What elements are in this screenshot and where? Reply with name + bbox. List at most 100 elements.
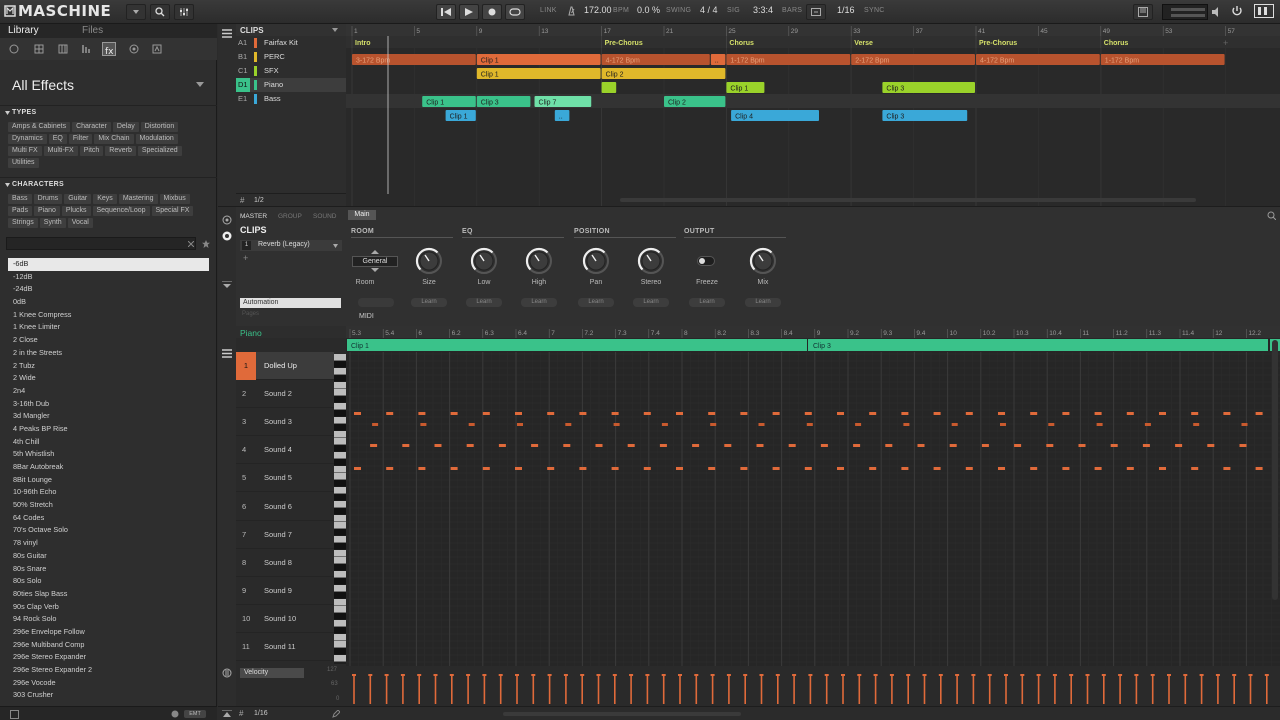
result-item[interactable]: 303 Crusher [0, 689, 217, 702]
note[interactable] [965, 467, 973, 470]
velocity-cap[interactable] [710, 674, 715, 676]
note[interactable] [531, 444, 539, 447]
note[interactable] [676, 467, 683, 470]
note[interactable] [1239, 444, 1247, 447]
sound-slot[interactable]: 6 Sound 6 [236, 493, 334, 521]
note[interactable] [482, 412, 490, 415]
velocity-cap[interactable] [417, 674, 422, 676]
category-title[interactable]: All Effects [12, 77, 74, 93]
note[interactable] [661, 423, 668, 426]
note[interactable] [1094, 467, 1102, 470]
result-item[interactable]: 8Bar Autobreak [0, 461, 217, 474]
velocity-cap[interactable] [352, 674, 356, 676]
result-item[interactable]: 1 Knee Limiter [0, 321, 217, 334]
keyboard-button[interactable] [1133, 4, 1153, 20]
note[interactable] [1000, 423, 1006, 426]
velocity-cap[interactable] [449, 674, 454, 676]
midi-learn-pill[interactable] [358, 298, 394, 307]
white-key[interactable] [334, 368, 346, 375]
pianoroll-grid[interactable]: 5.3 5.4 6 6.2 6.3 6.4 7 7.2 7.3 7.4 8 8.2 8.3 8.4 9 9.2… [346, 326, 1280, 666]
note[interactable] [901, 412, 909, 415]
velocity-cap[interactable] [368, 674, 373, 676]
pianoroll-clip[interactable] [347, 339, 807, 351]
result-item[interactable]: 1 Knee Compress [0, 309, 217, 322]
velocity-cap[interactable] [1134, 674, 1139, 676]
velocity-cap[interactable] [987, 674, 992, 676]
result-item[interactable]: 10-96th Echo [0, 486, 217, 499]
star-icon[interactable] [202, 240, 210, 248]
white-key[interactable] [334, 473, 346, 480]
type-tag[interactable]: Multi FX [8, 146, 42, 156]
horizontal-scrollbar[interactable] [503, 712, 741, 716]
note[interactable] [517, 423, 523, 426]
knob-low[interactable] [470, 247, 498, 275]
type-tag[interactable]: Multi-FX [43, 146, 78, 156]
speaker-icon[interactable] [1211, 6, 1221, 18]
character-tag[interactable]: Strings [8, 218, 38, 228]
project-icon[interactable] [9, 44, 19, 54]
emt-badge[interactable]: EMT [184, 710, 206, 718]
black-key[interactable] [334, 410, 346, 417]
velocity-cap[interactable] [1020, 674, 1025, 676]
white-key[interactable] [334, 522, 346, 529]
chevron-down-icon[interactable] [332, 28, 338, 32]
note[interactable] [837, 467, 844, 470]
track-row[interactable]: A1 Fairfax Kit [236, 36, 346, 50]
velocity-cap[interactable] [596, 674, 601, 676]
type-tag[interactable]: Dynamics [8, 134, 47, 144]
chevron-down-icon[interactable] [196, 82, 204, 88]
result-item[interactable]: 80s Solo [0, 575, 217, 588]
black-key[interactable] [334, 529, 346, 536]
note[interactable] [643, 467, 651, 470]
result-item[interactable]: 2 Wide [0, 372, 217, 385]
note[interactable] [1144, 423, 1151, 426]
white-key[interactable] [334, 382, 346, 389]
note[interactable] [756, 444, 764, 447]
pencil-icon[interactable] [332, 710, 340, 718]
black-key[interactable] [334, 627, 346, 634]
type-tag[interactable]: Distortion [140, 122, 179, 132]
velocity-cap[interactable] [1264, 674, 1269, 676]
result-item[interactable]: 94 Rock Solo [0, 613, 217, 626]
tab-group[interactable]: GROUP [278, 213, 302, 220]
velocity-cap[interactable] [938, 674, 943, 676]
note[interactable] [468, 423, 475, 426]
menu-icon[interactable] [222, 349, 232, 358]
note[interactable] [565, 423, 572, 426]
result-item[interactable]: 80s Snare [0, 563, 217, 576]
sound-slot[interactable]: 7 Sound 7 [236, 521, 334, 549]
note[interactable] [804, 412, 812, 415]
search-icon[interactable] [1267, 211, 1276, 220]
result-item[interactable]: 2n4 [0, 385, 217, 398]
sound-slot[interactable]: 4 Sound 4 [236, 436, 334, 465]
velocity-cap[interactable] [433, 674, 438, 676]
loop-sample-icon[interactable] [129, 44, 139, 54]
room-selector[interactable]: General [352, 256, 398, 267]
note[interactable] [1046, 444, 1054, 447]
clear-icon[interactable] [188, 241, 194, 247]
note[interactable] [579, 412, 587, 415]
white-key[interactable] [334, 571, 346, 578]
track-row[interactable]: E1 Bass [236, 92, 346, 106]
freeze-toggle[interactable] [697, 256, 715, 266]
white-key[interactable] [334, 452, 346, 459]
scene-label[interactable]: Pre-Chorus [605, 40, 643, 47]
velocity-cap[interactable] [400, 674, 405, 676]
note[interactable] [1223, 467, 1231, 470]
white-key[interactable] [334, 417, 346, 424]
result-item[interactable]: 296e Stereo Expander 2 [0, 664, 217, 677]
velocity-cap[interactable] [645, 674, 650, 676]
result-item[interactable]: 8Bit Lounge [0, 474, 217, 487]
note[interactable] [981, 444, 989, 447]
velocity-cap[interactable] [726, 674, 731, 676]
velocity-cap[interactable] [759, 674, 764, 676]
note[interactable] [515, 467, 522, 470]
page-tab-main[interactable]: Main [348, 210, 376, 220]
velocity-cap[interactable] [515, 674, 519, 676]
black-key[interactable] [334, 578, 346, 585]
add-scene-icon[interactable]: + [1223, 38, 1228, 48]
note[interactable] [740, 467, 748, 470]
link-label[interactable]: LINK [540, 7, 557, 14]
one-shot-icon[interactable] [152, 44, 162, 54]
result-item[interactable]: -24dB [0, 283, 217, 296]
